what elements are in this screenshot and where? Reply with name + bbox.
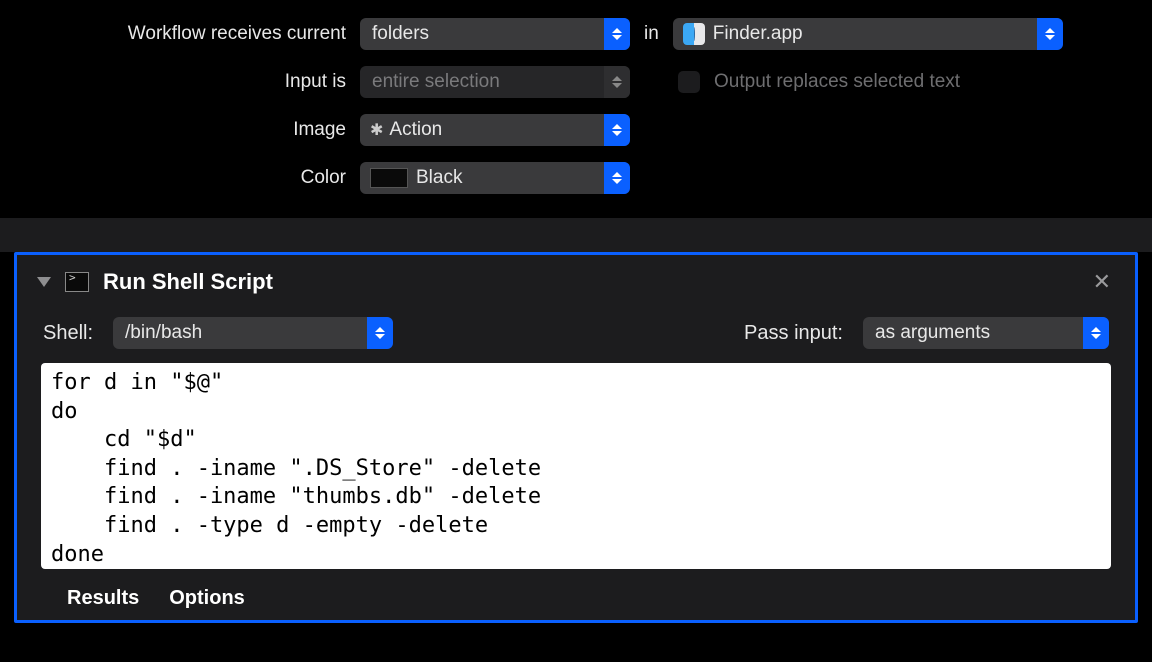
pass-input-value: as arguments — [863, 322, 1083, 344]
chevron-updown-icon — [604, 66, 630, 98]
workflow-receives-label: Workflow receives current — [60, 23, 346, 45]
workflow-config: Workflow receives current folders in Fin… — [0, 0, 1152, 218]
app-popup[interactable]: Finder.app — [673, 18, 1063, 50]
receives-popup[interactable]: folders — [360, 18, 630, 50]
close-icon[interactable]: ✕ — [1089, 269, 1115, 295]
disclosure-triangle-icon[interactable] — [37, 277, 51, 287]
pass-input-label: Pass input: — [744, 322, 843, 345]
color-value: Black — [416, 167, 604, 189]
workflow-strip — [0, 218, 1152, 252]
image-popup[interactable]: ✱ Action — [360, 114, 630, 146]
chevron-updown-icon — [604, 114, 630, 146]
chevron-updown-icon — [367, 317, 393, 349]
output-replaces-label: Output replaces selected text — [714, 71, 960, 93]
shell-label: Shell: — [43, 322, 93, 345]
output-replaces-checkbox — [678, 71, 700, 93]
shell-value: /bin/bash — [113, 322, 367, 344]
image-value: Action — [389, 119, 604, 141]
chevron-updown-icon — [1037, 18, 1063, 50]
finder-icon — [683, 23, 705, 45]
image-label: Image — [60, 119, 346, 141]
shell-popup[interactable]: /bin/bash — [113, 317, 393, 349]
chevron-updown-icon — [1083, 317, 1109, 349]
results-button[interactable]: Results — [67, 587, 139, 610]
pass-input-popup[interactable]: as arguments — [863, 317, 1109, 349]
terminal-icon — [65, 272, 89, 292]
options-button[interactable]: Options — [169, 587, 245, 610]
action-title: Run Shell Script — [103, 269, 273, 295]
in-label: in — [644, 23, 659, 45]
run-shell-script-action: Run Shell Script ✕ Shell: /bin/bash Pass… — [14, 252, 1138, 623]
color-label: Color — [60, 167, 346, 189]
input-is-popup: entire selection — [360, 66, 630, 98]
app-value: Finder.app — [713, 23, 1037, 45]
input-is-label: Input is — [60, 71, 346, 93]
color-swatch-icon — [370, 168, 408, 188]
chevron-updown-icon — [604, 162, 630, 194]
input-is-value: entire selection — [360, 71, 604, 93]
receives-value: folders — [360, 23, 604, 45]
color-popup[interactable]: Black — [360, 162, 630, 194]
script-textarea[interactable]: for d in "$@" do cd "$d" find . -iname "… — [41, 363, 1111, 569]
chevron-updown-icon — [604, 18, 630, 50]
gear-icon: ✱ — [370, 120, 383, 140]
